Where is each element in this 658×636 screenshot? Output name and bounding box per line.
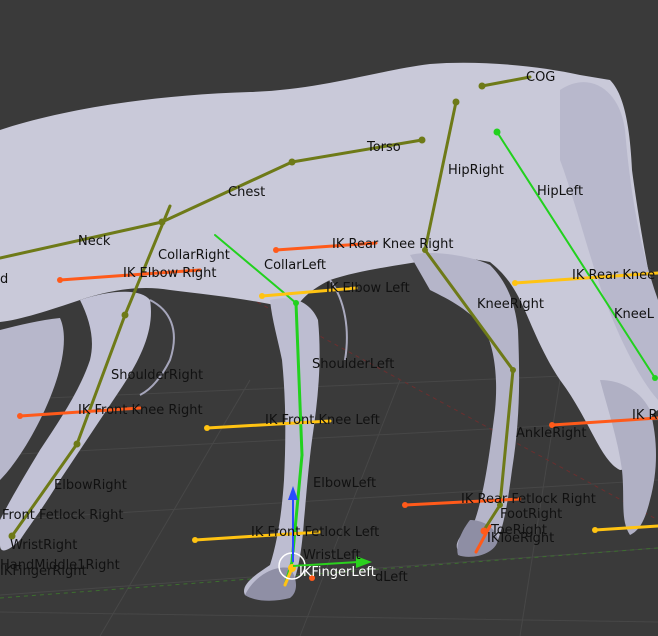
- bone-ik-misc-right[interactable]: [593, 524, 658, 532]
- label-ik-rear-fetlock-right: IK Rear Fetlock Right: [461, 492, 596, 507]
- label-hand-left-partial: dLeft: [375, 570, 408, 585]
- label-shoulder-right: ShoulderRight: [111, 368, 203, 383]
- label-collar-left: CollarLeft: [264, 258, 326, 273]
- label-torso: Torso: [366, 140, 401, 155]
- label-elbow-left: ElbowLeft: [313, 476, 376, 491]
- label-hip-left: HipLeft: [537, 184, 583, 199]
- label-ik-elbow-left: IK Elbow Left: [326, 281, 410, 296]
- label-ik-finger-left: IKFingerLeft: [299, 565, 376, 580]
- viewport-canvas[interactable]: COG Torso Chest Neck d HipRight HipLeft …: [0, 0, 658, 636]
- label-ik-rear-knee-left: IK Rear Knee: [572, 268, 655, 283]
- label-collar-right: CollarRight: [158, 248, 230, 263]
- label-ik-front-knee-left: IK Front Knee Left: [265, 413, 380, 428]
- label-wrist-right: WristRight: [10, 538, 77, 553]
- label-shoulder-left: ShoulderLeft: [312, 357, 394, 372]
- label-knee-left: KneeL: [614, 307, 655, 322]
- label-knee-right: KneeRight: [477, 297, 544, 312]
- label-hip-right: HipRight: [448, 163, 504, 178]
- label-neck: Neck: [78, 234, 111, 249]
- label-ik-r-partial: IK R: [632, 408, 658, 423]
- 3d-viewport[interactable]: COG Torso Chest Neck d HipRight HipLeft …: [0, 0, 658, 636]
- label-ik-front-fetlock-left: IK Front Fetlock Left: [251, 525, 379, 540]
- label-ik-finger-right: IKFingerRight: [0, 564, 87, 579]
- label-chest: Chest: [228, 185, 265, 200]
- label-elbow-right: ElbowRight: [54, 478, 127, 493]
- label-front-fetlock-right: Front Fetlock Right: [2, 508, 123, 523]
- label-ik-rear-knee-right: IK Rear Knee Right: [332, 237, 454, 252]
- label-ankle-right: AnkleRight: [516, 426, 587, 441]
- label-ik-front-knee-right: IK Front Knee Right: [78, 403, 203, 418]
- label-ik-elbow-right: IK Elbow Right: [123, 266, 217, 281]
- label-head-partial: d: [0, 272, 8, 287]
- label-ik-toe-right: IKToeRight: [487, 531, 554, 546]
- label-cog: COG: [526, 70, 555, 85]
- label-foot-right: FootRight: [500, 507, 562, 522]
- label-wrist-left: WristLeft: [303, 548, 361, 563]
